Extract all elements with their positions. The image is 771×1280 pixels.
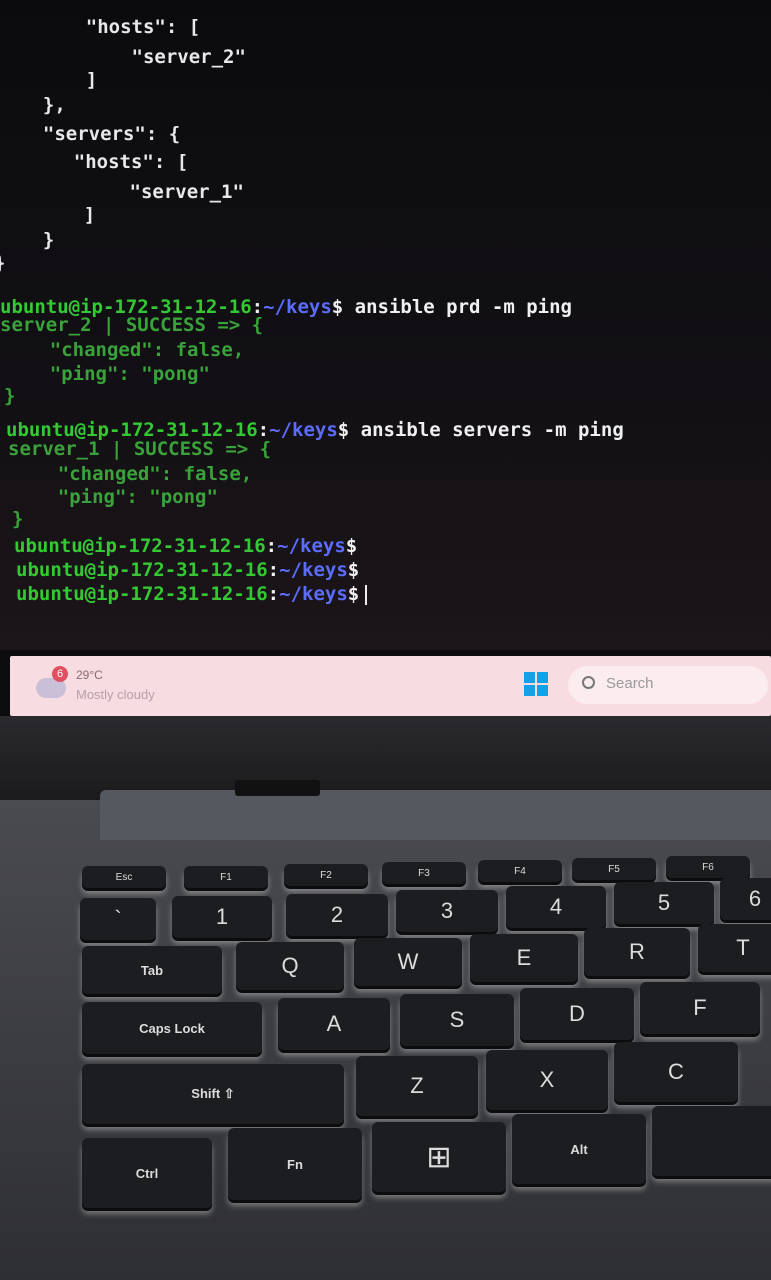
- prompt-line[interactable]: ubuntu@ip-172-31-12-16:~/keys$: [16, 583, 368, 605]
- output-line: server_1 | SUCCESS => {: [8, 438, 272, 460]
- terminal-line: "servers": {: [20, 123, 181, 145]
- prompt-sep: :: [267, 583, 280, 605]
- windows-start-icon[interactable]: [524, 672, 548, 696]
- taskbar-search[interactable]: Search: [568, 666, 768, 704]
- prompt-line: ubuntu@ip-172-31-12-16:~/keys$: [16, 559, 359, 581]
- prompt-dollar: $: [347, 583, 360, 605]
- key-f5[interactable]: F5: [572, 858, 656, 880]
- key-f2[interactable]: F2: [284, 864, 368, 886]
- prompt-user: ubuntu@ip-172-31-12-16: [16, 559, 268, 581]
- prompt-user: ubuntu@ip-172-31-12-16: [14, 535, 266, 557]
- search-label: Search: [606, 675, 654, 692]
- prompt-dollar: $: [337, 419, 350, 441]
- key-f4[interactable]: F4: [478, 860, 562, 882]
- terminal-window[interactable]: "hosts": [ "server_2" ] }, "servers": { …: [0, 0, 771, 650]
- output-line: "changed": false,: [4, 339, 245, 361]
- key-z[interactable]: Z: [356, 1056, 478, 1116]
- terminal-line: },: [20, 94, 66, 116]
- key-q[interactable]: Q: [236, 942, 344, 990]
- output-line: "changed": false,: [12, 463, 253, 485]
- key-c[interactable]: C: [614, 1042, 738, 1102]
- output-line: }: [4, 385, 16, 407]
- key-alt[interactable]: Alt: [512, 1114, 646, 1184]
- weather-badge: 6: [52, 666, 68, 682]
- prompt-sep: :: [265, 535, 278, 557]
- terminal-line: "server_1": [38, 181, 244, 203]
- key-fn[interactable]: Fn: [228, 1128, 362, 1200]
- prompt-dollar: $: [347, 559, 360, 581]
- command: ansible prd -m ping: [343, 296, 572, 318]
- key-t[interactable]: T: [698, 924, 771, 972]
- terminal-line: "hosts": [: [40, 16, 201, 38]
- prompt-path: ~/keys: [277, 535, 346, 557]
- key-f3[interactable]: F3: [382, 862, 466, 884]
- search-icon: [582, 676, 595, 689]
- key-s[interactable]: S: [400, 994, 514, 1046]
- key-windows[interactable]: ⊞: [372, 1122, 506, 1192]
- command: ansible servers -m ping: [349, 419, 624, 441]
- key-esc[interactable]: Esc: [82, 866, 166, 888]
- prompt-line: ubuntu@ip-172-31-12-16:~/keys$: [14, 535, 357, 557]
- prompt-dollar: $: [345, 535, 358, 557]
- key-e[interactable]: E: [470, 934, 578, 982]
- prompt-sep: :: [267, 559, 280, 581]
- weather-condition[interactable]: Mostly cloudy: [76, 687, 155, 702]
- temperature[interactable]: 29°C: [76, 668, 103, 682]
- key-shift[interactable]: Shift ⇧: [82, 1064, 344, 1124]
- output-line: "ping": "pong": [12, 486, 218, 508]
- text-cursor: [365, 584, 368, 605]
- terminal-line: ]: [40, 69, 98, 91]
- deck-lip: [100, 790, 771, 840]
- key-caps-lock[interactable]: Caps Lock: [82, 1002, 262, 1054]
- output-line: }: [12, 508, 24, 530]
- key-space[interactable]: [652, 1106, 771, 1176]
- key-1[interactable]: 1: [172, 896, 272, 938]
- prompt-dollar: $: [331, 296, 344, 318]
- key-5[interactable]: 5: [614, 882, 714, 924]
- prompt-path: ~/keys: [269, 419, 338, 441]
- prompt-user: ubuntu@ip-172-31-12-16: [16, 583, 268, 605]
- key-f6[interactable]: F6: [666, 856, 750, 878]
- key-6[interactable]: 6: [720, 878, 771, 920]
- key-f[interactable]: F: [640, 982, 760, 1034]
- key-backtick[interactable]: `: [80, 898, 156, 940]
- taskbar: 6 29°C Mostly cloudy Search: [10, 656, 771, 716]
- output-line: "ping": "pong": [4, 363, 210, 385]
- key-4[interactable]: 4: [506, 886, 606, 928]
- hinge: [235, 780, 320, 796]
- key-ctrl[interactable]: Ctrl: [82, 1138, 212, 1208]
- key-3[interactable]: 3: [396, 890, 498, 932]
- terminal-line: ]: [38, 204, 96, 226]
- terminal-line: "hosts": [: [28, 151, 189, 173]
- key-d[interactable]: D: [520, 988, 634, 1040]
- terminal-line: }: [0, 252, 5, 274]
- key-r[interactable]: R: [584, 928, 690, 976]
- key-f1[interactable]: F1: [184, 866, 268, 888]
- output-line: server_2 | SUCCESS => {: [0, 314, 264, 336]
- prompt-path: ~/keys: [263, 296, 332, 318]
- key-w[interactable]: W: [354, 938, 462, 986]
- key-2[interactable]: 2: [286, 894, 388, 936]
- prompt-path: ~/keys: [279, 559, 348, 581]
- key-tab[interactable]: Tab: [82, 946, 222, 994]
- terminal-line: "server_2": [40, 46, 246, 68]
- key-x[interactable]: X: [486, 1050, 608, 1110]
- prompt-path: ~/keys: [279, 583, 348, 605]
- key-a[interactable]: A: [278, 998, 390, 1050]
- terminal-line: }: [20, 229, 55, 251]
